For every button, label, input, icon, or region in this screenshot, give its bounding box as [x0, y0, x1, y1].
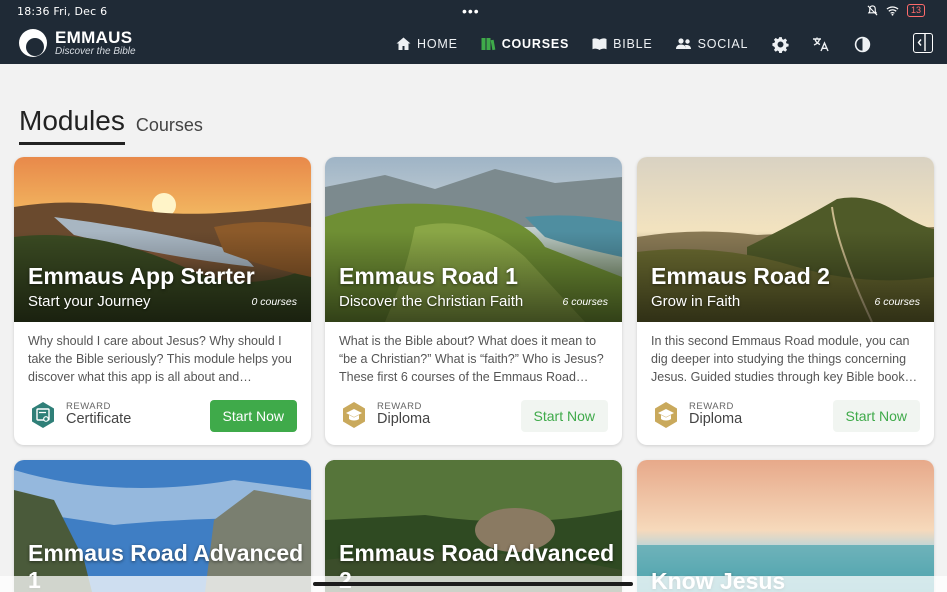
course-count: 6 courses — [562, 296, 608, 308]
reward-info: REWARD Diploma — [652, 401, 742, 429]
nav-social[interactable]: SOCIAL — [675, 36, 749, 52]
collapse-sidebar-icon — [917, 34, 926, 51]
settings-button[interactable] — [770, 34, 790, 54]
module-card-app-starter[interactable]: Emmaus App Starter Start your Journey 0 … — [14, 157, 311, 445]
reward-value: Diploma — [689, 411, 743, 428]
courses-icon — [481, 38, 496, 51]
social-icon — [675, 38, 691, 49]
reward-value: Diploma — [377, 411, 431, 428]
main-nav: HOME COURSES BIBLE SOCIAL — [395, 34, 893, 54]
status-time: 18:36 Fri, Dec 6 — [17, 5, 108, 18]
module-title: Emmaus Road 1 — [339, 263, 518, 289]
tab-courses[interactable]: Courses — [136, 115, 203, 145]
course-count: 0 courses — [251, 296, 297, 308]
status-bar: 18:36 Fri, Dec 6 ••• 13 — [0, 0, 947, 22]
module-description: In this second Emmaus Road module, you c… — [651, 334, 918, 384]
brand-tagline: Discover the Bible — [55, 46, 136, 57]
section-tabs: Modules Courses — [19, 105, 203, 145]
settings-icon — [772, 36, 789, 53]
brand-name: EMMAUS — [55, 28, 133, 47]
brand-logo[interactable]: EMMAUS Discover the Bible — [19, 29, 136, 57]
app-header: 18:36 Fri, Dec 6 ••• 13 EMMAUS Discover … — [0, 0, 947, 64]
nav-home[interactable]: HOME — [395, 36, 458, 52]
module-subtitle: Discover the Christian Faith — [339, 293, 524, 310]
home-indicator[interactable] — [313, 582, 633, 586]
module-subtitle: Grow in Faith — [651, 293, 741, 310]
reward-info: REWARD Certificate — [29, 401, 131, 429]
emmaus-logo-icon — [19, 29, 47, 57]
module-card-emmaus-road-advanced-2[interactable]: Emmaus Road Advanced2 — [325, 460, 622, 592]
bible-icon — [592, 38, 607, 50]
certificate-icon — [29, 401, 57, 429]
battery-icon: 13 — [906, 4, 925, 17]
translate-icon — [813, 37, 829, 51]
tab-modules[interactable]: Modules — [19, 105, 125, 145]
module-description: What is the Bible about? What does it me… — [339, 334, 604, 384]
more-dots-icon[interactable]: ••• — [462, 3, 480, 19]
module-title: Emmaus App Starter — [28, 263, 255, 289]
module-card-emmaus-road-advanced-1[interactable]: Emmaus Road Advanced1 — [14, 460, 311, 592]
nav-courses[interactable]: COURSES — [480, 36, 569, 52]
diploma-icon — [652, 401, 680, 429]
collapse-sidebar-button[interactable] — [913, 33, 933, 53]
start-now-button[interactable]: Start Now — [520, 400, 608, 432]
wifi-icon — [886, 6, 899, 16]
diploma-icon — [340, 401, 368, 429]
module-description: Why should I care about Jesus? Why shoul… — [28, 334, 292, 384]
home-icon — [396, 37, 411, 50]
start-now-button[interactable]: Start Now — [832, 400, 920, 432]
mute-icon — [867, 5, 878, 16]
nav-bible[interactable]: BIBLE — [591, 36, 652, 52]
theme-icon — [854, 36, 870, 52]
module-card-know-jesus[interactable]: Know Jesus — [637, 460, 934, 592]
reward-info: REWARD Diploma — [340, 401, 430, 429]
module-card-emmaus-road-2[interactable]: Emmaus Road 2 Grow in Faith 6 courses In… — [637, 157, 934, 445]
translate-button[interactable] — [811, 34, 831, 54]
module-title: Emmaus Road 2 — [651, 263, 830, 289]
module-card-emmaus-road-1[interactable]: Emmaus Road 1 Discover the Christian Fai… — [325, 157, 622, 445]
module-subtitle: Start your Journey — [28, 293, 151, 310]
reward-value: Certificate — [66, 411, 132, 428]
start-now-button[interactable]: Start Now — [209, 400, 297, 432]
theme-toggle-button[interactable] — [852, 34, 872, 54]
course-count: 6 courses — [874, 296, 920, 308]
